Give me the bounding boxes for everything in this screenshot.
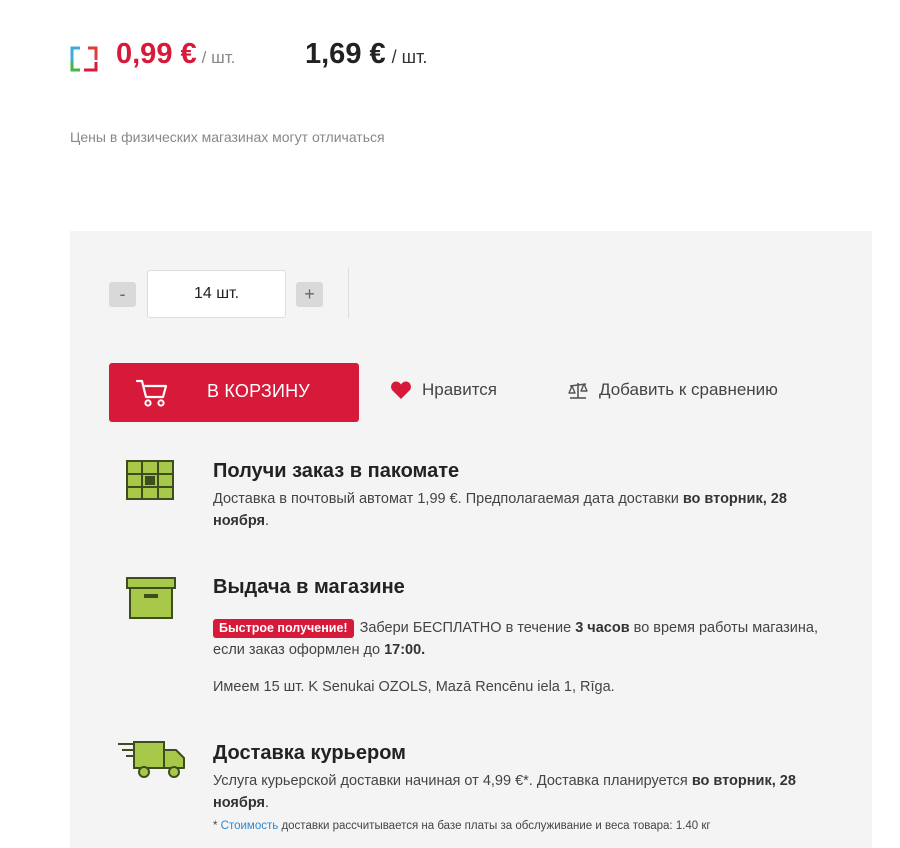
club-price: 0,99 € / шт. xyxy=(116,38,235,71)
purchase-panel xyxy=(70,231,872,848)
parcel-locker-icon xyxy=(126,460,174,500)
fast-pickup-badge: Быстрое получение! xyxy=(213,619,354,638)
price-disclaimer: Цены в физических магазинах могут отлича… xyxy=(70,129,385,145)
cost-link[interactable]: Стоимость xyxy=(221,820,279,832)
regular-price-unit: / шт. xyxy=(391,47,428,67)
quantity-increase-button[interactable]: + xyxy=(296,282,323,307)
compare-button[interactable]: Добавить к сравнению xyxy=(567,380,778,400)
courier-description: Услуга курьерской доставки начиная от 4,… xyxy=(213,773,796,811)
add-to-cart-button[interactable]: В КОРЗИНУ xyxy=(109,363,359,422)
like-label: Нравится xyxy=(422,380,498,399)
courier-truck-icon xyxy=(118,741,185,778)
courier-cost-note: * Стоимость доставки рассчитывается на б… xyxy=(213,820,711,832)
compare-label: Добавить к сравнению xyxy=(599,380,778,399)
club-card-icon xyxy=(70,46,98,72)
cart-icon xyxy=(135,379,168,407)
add-to-cart-label: В КОРЗИНУ xyxy=(207,381,310,401)
quantity-divider xyxy=(348,268,349,318)
compare-icon xyxy=(568,383,588,399)
store-pickup-title: Выдача в магазине xyxy=(213,576,405,598)
heart-icon xyxy=(391,381,411,399)
parcel-locker-description: Доставка в почтовый автомат 1,99 €. Пред… xyxy=(213,491,787,529)
club-price-unit: / шт. xyxy=(201,48,236,67)
store-pickup-description: Быстрое получение! Забери БЕСПЛАТНО в теч… xyxy=(213,619,818,658)
quantity-input[interactable]: 14 шт. xyxy=(147,270,286,318)
store-box-icon xyxy=(126,577,176,619)
store-stock-info: Имеем 15 шт. K Senukai OZOLS, Mazā Rencē… xyxy=(213,679,615,695)
club-price-value: 0,99 € xyxy=(116,38,197,70)
quantity-decrease-button[interactable]: - xyxy=(109,282,136,307)
courier-title: Доставка курьером xyxy=(213,742,406,764)
like-button[interactable]: Нравится xyxy=(390,380,497,400)
regular-price: 1,69 € / шт. xyxy=(305,38,427,71)
regular-price-value: 1,69 € xyxy=(305,38,386,70)
parcel-locker-title: Получи заказ в пакомате xyxy=(213,460,460,482)
